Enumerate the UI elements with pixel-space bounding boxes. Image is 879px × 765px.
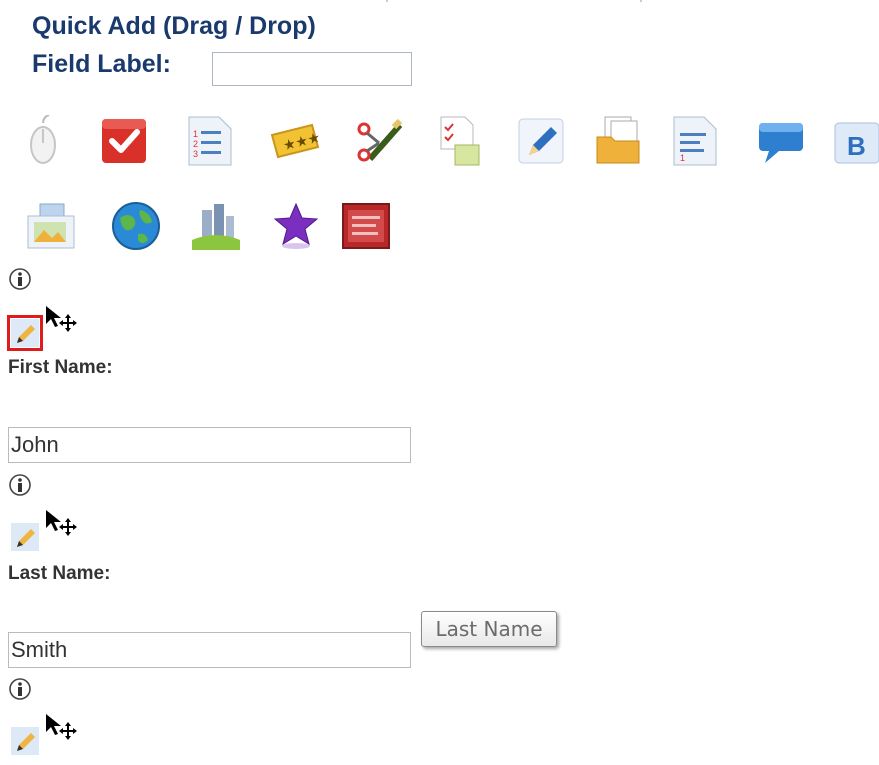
last-name-input[interactable] <box>8 632 411 668</box>
svg-text:1: 1 <box>193 129 198 139</box>
last-name-label: Last Name: <box>8 563 111 584</box>
first-name-label: First Name: <box>8 357 113 378</box>
info-icon[interactable] <box>9 474 31 496</box>
red-panel-icon[interactable] <box>340 200 392 252</box>
globe-icon[interactable] <box>110 200 162 252</box>
svg-text:2: 2 <box>193 139 198 149</box>
move-cursor-icon[interactable] <box>44 712 78 742</box>
bold-text-icon[interactable]: B <box>833 115 879 167</box>
pencil-edit-icon[interactable] <box>515 115 567 167</box>
svg-text:1: 1 <box>680 153 685 163</box>
edit-pencil-icon[interactable] <box>10 522 40 552</box>
image-frame-icon[interactable] <box>24 200 76 252</box>
info-icon[interactable] <box>9 268 31 290</box>
move-cursor-icon[interactable] <box>44 508 78 538</box>
top-edge-mark <box>640 0 642 2</box>
numbered-list-icon[interactable]: 123 <box>183 115 235 167</box>
field-label-caption: Field Label: <box>32 50 171 78</box>
purple-star-icon[interactable] <box>270 200 322 252</box>
checkbox-icon[interactable] <box>98 115 150 167</box>
top-edge-mark <box>386 0 388 2</box>
document-folder-icon[interactable] <box>593 115 645 167</box>
edit-pencil-icon[interactable] <box>10 726 40 756</box>
info-icon[interactable] <box>9 678 31 700</box>
speech-bubble-icon[interactable] <box>755 115 807 167</box>
move-cursor-icon[interactable] <box>44 304 78 334</box>
checklist-document-icon[interactable] <box>433 115 485 167</box>
last-name-tooltip: Last Name <box>421 611 557 647</box>
quick-add-title: Quick Add (Drag / Drop) <box>32 12 316 40</box>
text-document-icon[interactable]: 1 <box>668 115 720 167</box>
scissors-pencil-icon[interactable] <box>352 115 404 167</box>
city-buildings-icon[interactable] <box>190 200 242 252</box>
svg-text:B: B <box>847 131 866 161</box>
field-label-input[interactable] <box>212 52 412 86</box>
rating-stars-icon[interactable]: ★★★ <box>268 115 320 167</box>
first-name-input[interactable] <box>8 427 411 463</box>
mouse-icon[interactable] <box>17 115 69 167</box>
svg-text:3: 3 <box>193 149 198 159</box>
edit-pencil-icon[interactable] <box>7 315 43 351</box>
